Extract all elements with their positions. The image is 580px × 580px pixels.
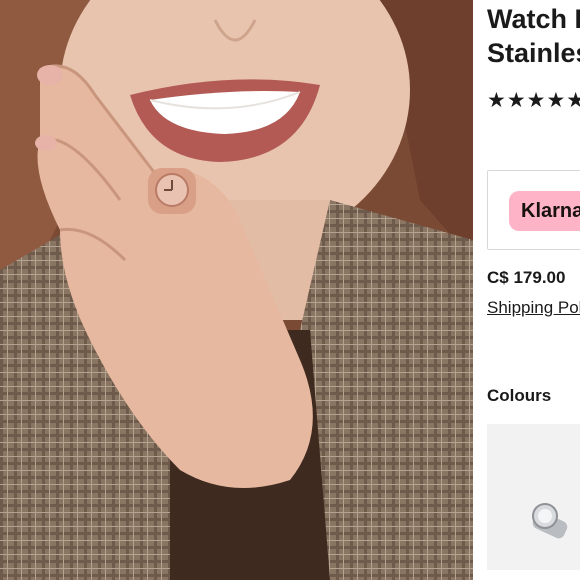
silver-watch-ring-thumbnail	[532, 503, 568, 539]
star-icon: ★★★★★	[487, 89, 580, 112]
model-wearing-watch-ring-illustration	[0, 0, 473, 580]
product-title: Watch Ring Stainless Steel	[487, 2, 580, 70]
product-hero-image	[0, 0, 473, 580]
colours-heading: Colours	[487, 386, 552, 405]
colour-swatch-silver[interactable]	[487, 424, 580, 570]
product-title-line2: Stainless Steel	[487, 38, 580, 68]
klarna-badge: Klarna.	[509, 191, 580, 231]
product-info-panel: Watch Ring Stainless Steel ★★★★★ Klarna.…	[473, 0, 580, 580]
product-title-line1: Watch Ring	[487, 4, 580, 34]
shipping-policy-link[interactable]: Shipping Policy	[487, 298, 580, 318]
rating-stars[interactable]: ★★★★★	[487, 88, 580, 113]
product-price: C$ 179.00	[487, 268, 566, 287]
klarna-payment-box[interactable]: Klarna.	[487, 170, 580, 250]
